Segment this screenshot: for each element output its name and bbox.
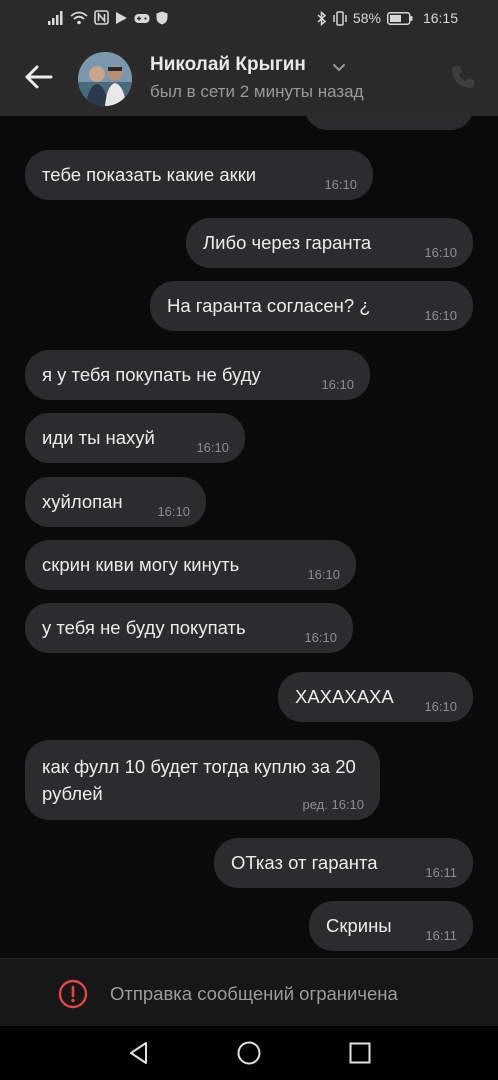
message-bubble-incoming[interactable]: у тебя не буду покупать 16:10 xyxy=(25,603,353,653)
messaging-restricted-bar: Отправка сообщений ограничена xyxy=(0,958,498,1027)
message-bubble-outgoing[interactable]: На гаранта согласен? ¿ 16:10 xyxy=(150,281,473,331)
nav-home-button[interactable] xyxy=(236,1040,262,1071)
shield-icon xyxy=(156,11,168,25)
restricted-message-text: Отправка сообщений ограничена xyxy=(110,983,398,1004)
status-right-icons: 58% 16:15 xyxy=(317,10,458,26)
message-text: ХАХАХАХА xyxy=(295,686,394,707)
message-bubble-incoming[interactable]: тебе показать какие акки 16:10 xyxy=(25,150,373,200)
status-left-icons xyxy=(48,10,168,25)
message-time: 16:10 xyxy=(424,699,457,714)
message-text: у тебя не буду покупать xyxy=(42,617,246,638)
chevron-down-icon[interactable] xyxy=(332,60,346,78)
contact-avatar[interactable] xyxy=(78,52,132,106)
battery-icon xyxy=(386,11,413,25)
gamepad-icon xyxy=(134,11,150,24)
phone-screen: 58% 16:15 Николай Крыгин был в сети 2 ми… xyxy=(0,0,498,1080)
message-text: ОТказ от гаранта xyxy=(231,852,378,873)
message-time: 16:10 xyxy=(157,504,190,519)
message-time: 16:11 xyxy=(425,928,457,943)
nav-recents-button[interactable] xyxy=(347,1040,373,1071)
message-bubble-outgoing[interactable]: ОТказ от гаранта 16:11 xyxy=(214,838,473,888)
system-nav-bar xyxy=(0,1026,498,1080)
back-triangle-icon xyxy=(130,1042,147,1064)
message-time-edited: ред. 16:10 xyxy=(302,797,364,812)
status-bar: 58% 16:15 xyxy=(0,0,498,38)
message-text: иди ты нахуй xyxy=(42,427,155,448)
message-text: тебе показать какие акки xyxy=(42,164,257,185)
avatar-photo xyxy=(78,52,132,106)
message-list[interactable]: тебе показать какие акки 16:10 Либо чере… xyxy=(0,116,498,958)
home-circle-icon xyxy=(237,1041,261,1065)
message-time: 16:11 xyxy=(425,865,457,880)
status-clock: 16:15 xyxy=(422,10,458,26)
contact-name[interactable]: Николай Крыгин xyxy=(150,54,306,76)
signal-icon xyxy=(48,10,64,25)
back-button[interactable] xyxy=(22,60,56,94)
message-bubble-incoming[interactable]: скрин киви могу кинуть 16:10 xyxy=(25,540,356,590)
phone-icon xyxy=(452,66,474,88)
recents-square-icon xyxy=(349,1042,371,1064)
message-time: 16:10 xyxy=(304,630,337,645)
message-text: На гаранта согласен? ¿ xyxy=(167,295,371,316)
bluetooth-icon xyxy=(317,10,327,26)
message-text: Либо через гаранта xyxy=(203,232,372,253)
message-time: 16:10 xyxy=(324,177,357,192)
message-bubble-outgoing[interactable]: Скрины 16:11 xyxy=(309,901,473,951)
message-bubble-incoming[interactable]: хуйлопан 16:10 xyxy=(25,477,206,527)
message-bubble-outgoing[interactable]: Либо через гаранта 16:10 xyxy=(186,218,473,268)
nfc-icon xyxy=(94,10,109,25)
message-time: 16:10 xyxy=(424,308,457,323)
message-text: Скрины xyxy=(326,915,392,936)
chat-header: Николай Крыгин был в сети 2 минуты назад xyxy=(0,38,498,116)
contact-last-seen: был в сети 2 минуты назад xyxy=(150,82,364,101)
alert-circle-icon xyxy=(58,979,88,1014)
battery-percent: 58% xyxy=(352,10,381,26)
message-text: скрин киви могу кинуть xyxy=(42,554,240,575)
wifi-icon xyxy=(70,11,88,25)
message-text: я у тебя покупать не буду xyxy=(42,364,261,385)
message-time: 16:10 xyxy=(196,440,229,455)
message-text: хуйлопан xyxy=(42,491,123,512)
nav-back-button[interactable] xyxy=(126,1040,152,1071)
message-time: 16:10 xyxy=(424,245,457,260)
message-bubble-incoming[interactable]: иди ты нахуй 16:10 xyxy=(25,413,245,463)
vibrate-icon xyxy=(333,10,347,26)
play-icon xyxy=(115,11,128,25)
message-bubble-outgoing[interactable]: ХАХАХАХА 16:10 xyxy=(278,672,473,722)
message-time: 16:10 xyxy=(307,567,340,582)
message-bubble-incoming[interactable]: я у тебя покупать не буду 16:10 xyxy=(25,350,370,400)
message-time: 16:10 xyxy=(321,377,354,392)
call-button[interactable] xyxy=(450,64,476,95)
back-arrow-icon xyxy=(25,65,53,89)
message-bubble-incoming[interactable]: как фулл 10 будет тогда куплю за 20 рубл… xyxy=(25,740,380,820)
message-bubble-partial[interactable] xyxy=(305,116,473,130)
